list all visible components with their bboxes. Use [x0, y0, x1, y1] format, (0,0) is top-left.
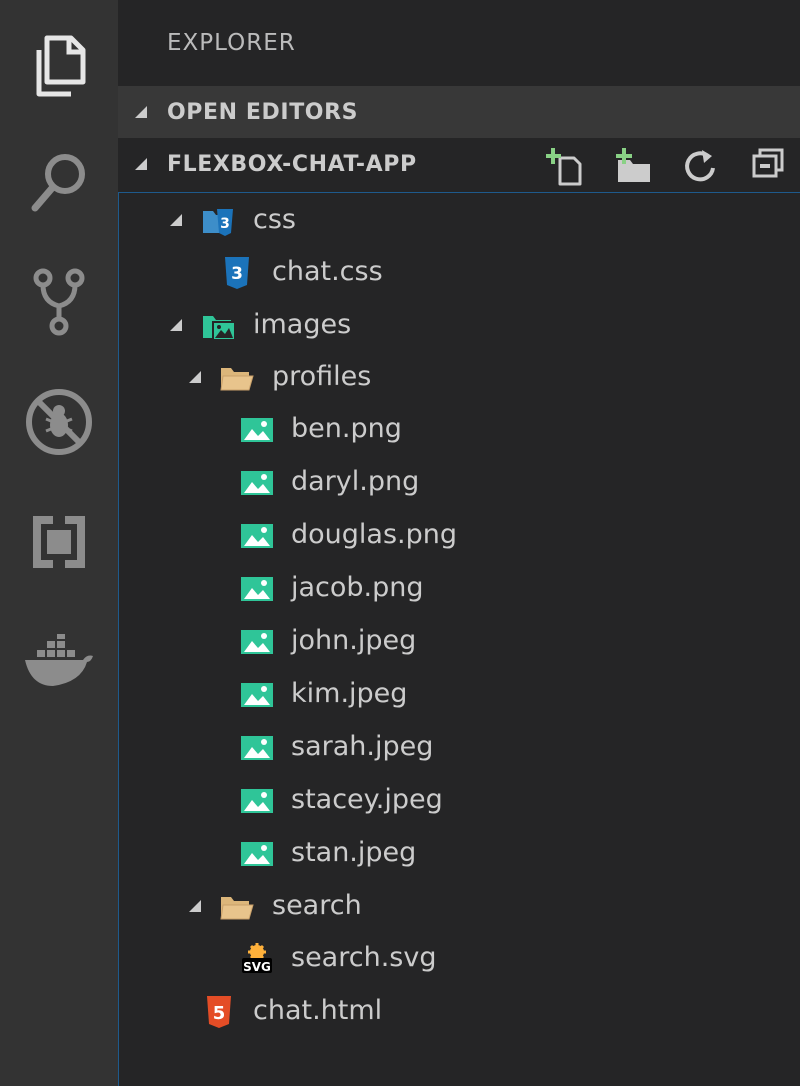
- tree-folder-css[interactable]: 3 css: [119, 195, 800, 247]
- svg-file-icon: SVG: [242, 943, 272, 974]
- tree-item-label: daryl.png: [291, 466, 420, 497]
- image-file-icon: [241, 577, 273, 601]
- section-project[interactable]: FLEXBOX-CHAT-APP: [118, 138, 800, 190]
- explorer-sidebar: EXPLORER OPEN EDITORS FLEXBOX-CHAT-APP 3…: [118, 0, 800, 1086]
- tree-file-image[interactable]: sarah.jpeg: [119, 722, 800, 774]
- css-file-icon: 3: [225, 257, 249, 289]
- tree-file-image[interactable]: stan.jpeg: [119, 828, 800, 880]
- svg-text:SVG: SVG: [243, 960, 271, 974]
- tree-file-chat-html[interactable]: 5 chat.html: [119, 986, 800, 1038]
- debug-icon[interactable]: [0, 362, 118, 482]
- refresh-icon[interactable]: [680, 146, 720, 186]
- activity-bar: [0, 0, 118, 1086]
- new-file-icon[interactable]: [545, 146, 586, 186]
- tree-folder-profiles[interactable]: profiles: [119, 352, 800, 404]
- tree-file-image[interactable]: jacob.png: [119, 563, 800, 615]
- sidebar-title: EXPLORER: [167, 30, 296, 56]
- section-open-editors[interactable]: OPEN EDITORS: [118, 86, 800, 138]
- tree-item-label: profiles: [272, 361, 372, 392]
- image-file-icon: [241, 736, 273, 760]
- files-icon[interactable]: [0, 6, 118, 126]
- tree-item-label: kim.jpeg: [291, 678, 408, 709]
- tree-folder-search[interactable]: search: [119, 881, 800, 933]
- docker-icon[interactable]: [0, 602, 118, 722]
- tree-file-search-svg[interactable]: SVG search.svg: [119, 933, 800, 985]
- chevron-down-icon: [135, 158, 147, 170]
- tree-item-label: sarah.jpeg: [291, 731, 434, 762]
- tree-item-label: john.jpeg: [291, 625, 417, 656]
- image-file-icon: [241, 683, 273, 707]
- file-tree: 3 css 3 chat.css images profiles ben.png…: [118, 192, 800, 1086]
- section-label: FLEXBOX-CHAT-APP: [167, 151, 417, 177]
- image-file-icon: [241, 471, 273, 495]
- tree-item-label: css: [253, 204, 296, 235]
- images-folder-icon: [203, 316, 236, 341]
- tree-item-label: chat.css: [272, 256, 383, 287]
- tree-file-chat-css[interactable]: 3 chat.css: [119, 247, 800, 299]
- chevron-down-icon: [170, 214, 182, 226]
- search-icon[interactable]: [0, 122, 118, 242]
- tree-item-label: chat.html: [253, 995, 383, 1026]
- svg-text:3: 3: [231, 264, 243, 284]
- image-file-icon: [241, 418, 273, 442]
- tree-item-label: jacob.png: [291, 572, 424, 603]
- tree-item-label: stan.jpeg: [291, 837, 417, 868]
- image-file-icon: [241, 842, 273, 866]
- folder-open-icon: [220, 897, 254, 920]
- tree-item-label: stacey.jpeg: [291, 784, 443, 815]
- chevron-down-icon: [170, 319, 182, 331]
- image-file-icon: [241, 789, 273, 813]
- chevron-down-icon: [189, 371, 201, 383]
- new-folder-icon[interactable]: [614, 146, 654, 186]
- image-file-icon: [241, 630, 273, 654]
- chevron-down-icon: [135, 106, 147, 118]
- tree-file-image[interactable]: stacey.jpeg: [119, 775, 800, 827]
- svg-text:3: 3: [220, 216, 230, 232]
- tree-item-label: search: [272, 890, 362, 921]
- tree-file-image[interactable]: daryl.png: [119, 457, 800, 509]
- tree-folder-images[interactable]: images: [119, 300, 800, 352]
- folder-open-icon: [220, 368, 254, 391]
- css-folder-icon: 3: [203, 209, 233, 236]
- section-label: OPEN EDITORS: [167, 99, 359, 125]
- tree-item-label: ben.png: [291, 413, 402, 444]
- chevron-down-icon: [189, 900, 201, 912]
- image-file-icon: [241, 524, 273, 548]
- svg-text:5: 5: [213, 1003, 226, 1024]
- tree-file-image[interactable]: john.jpeg: [119, 616, 800, 668]
- tree-file-image[interactable]: douglas.png: [119, 510, 800, 562]
- tree-file-image[interactable]: kim.jpeg: [119, 669, 800, 721]
- source-control-icon[interactable]: [0, 242, 118, 362]
- html-file-icon: 5: [207, 996, 231, 1028]
- extensions-icon[interactable]: [0, 482, 118, 602]
- tree-item-label: douglas.png: [291, 519, 457, 550]
- collapse-all-icon[interactable]: [748, 146, 788, 186]
- tree-item-label: search.svg: [291, 942, 437, 973]
- tree-item-label: images: [253, 309, 352, 340]
- tree-file-image[interactable]: ben.png: [119, 404, 800, 456]
